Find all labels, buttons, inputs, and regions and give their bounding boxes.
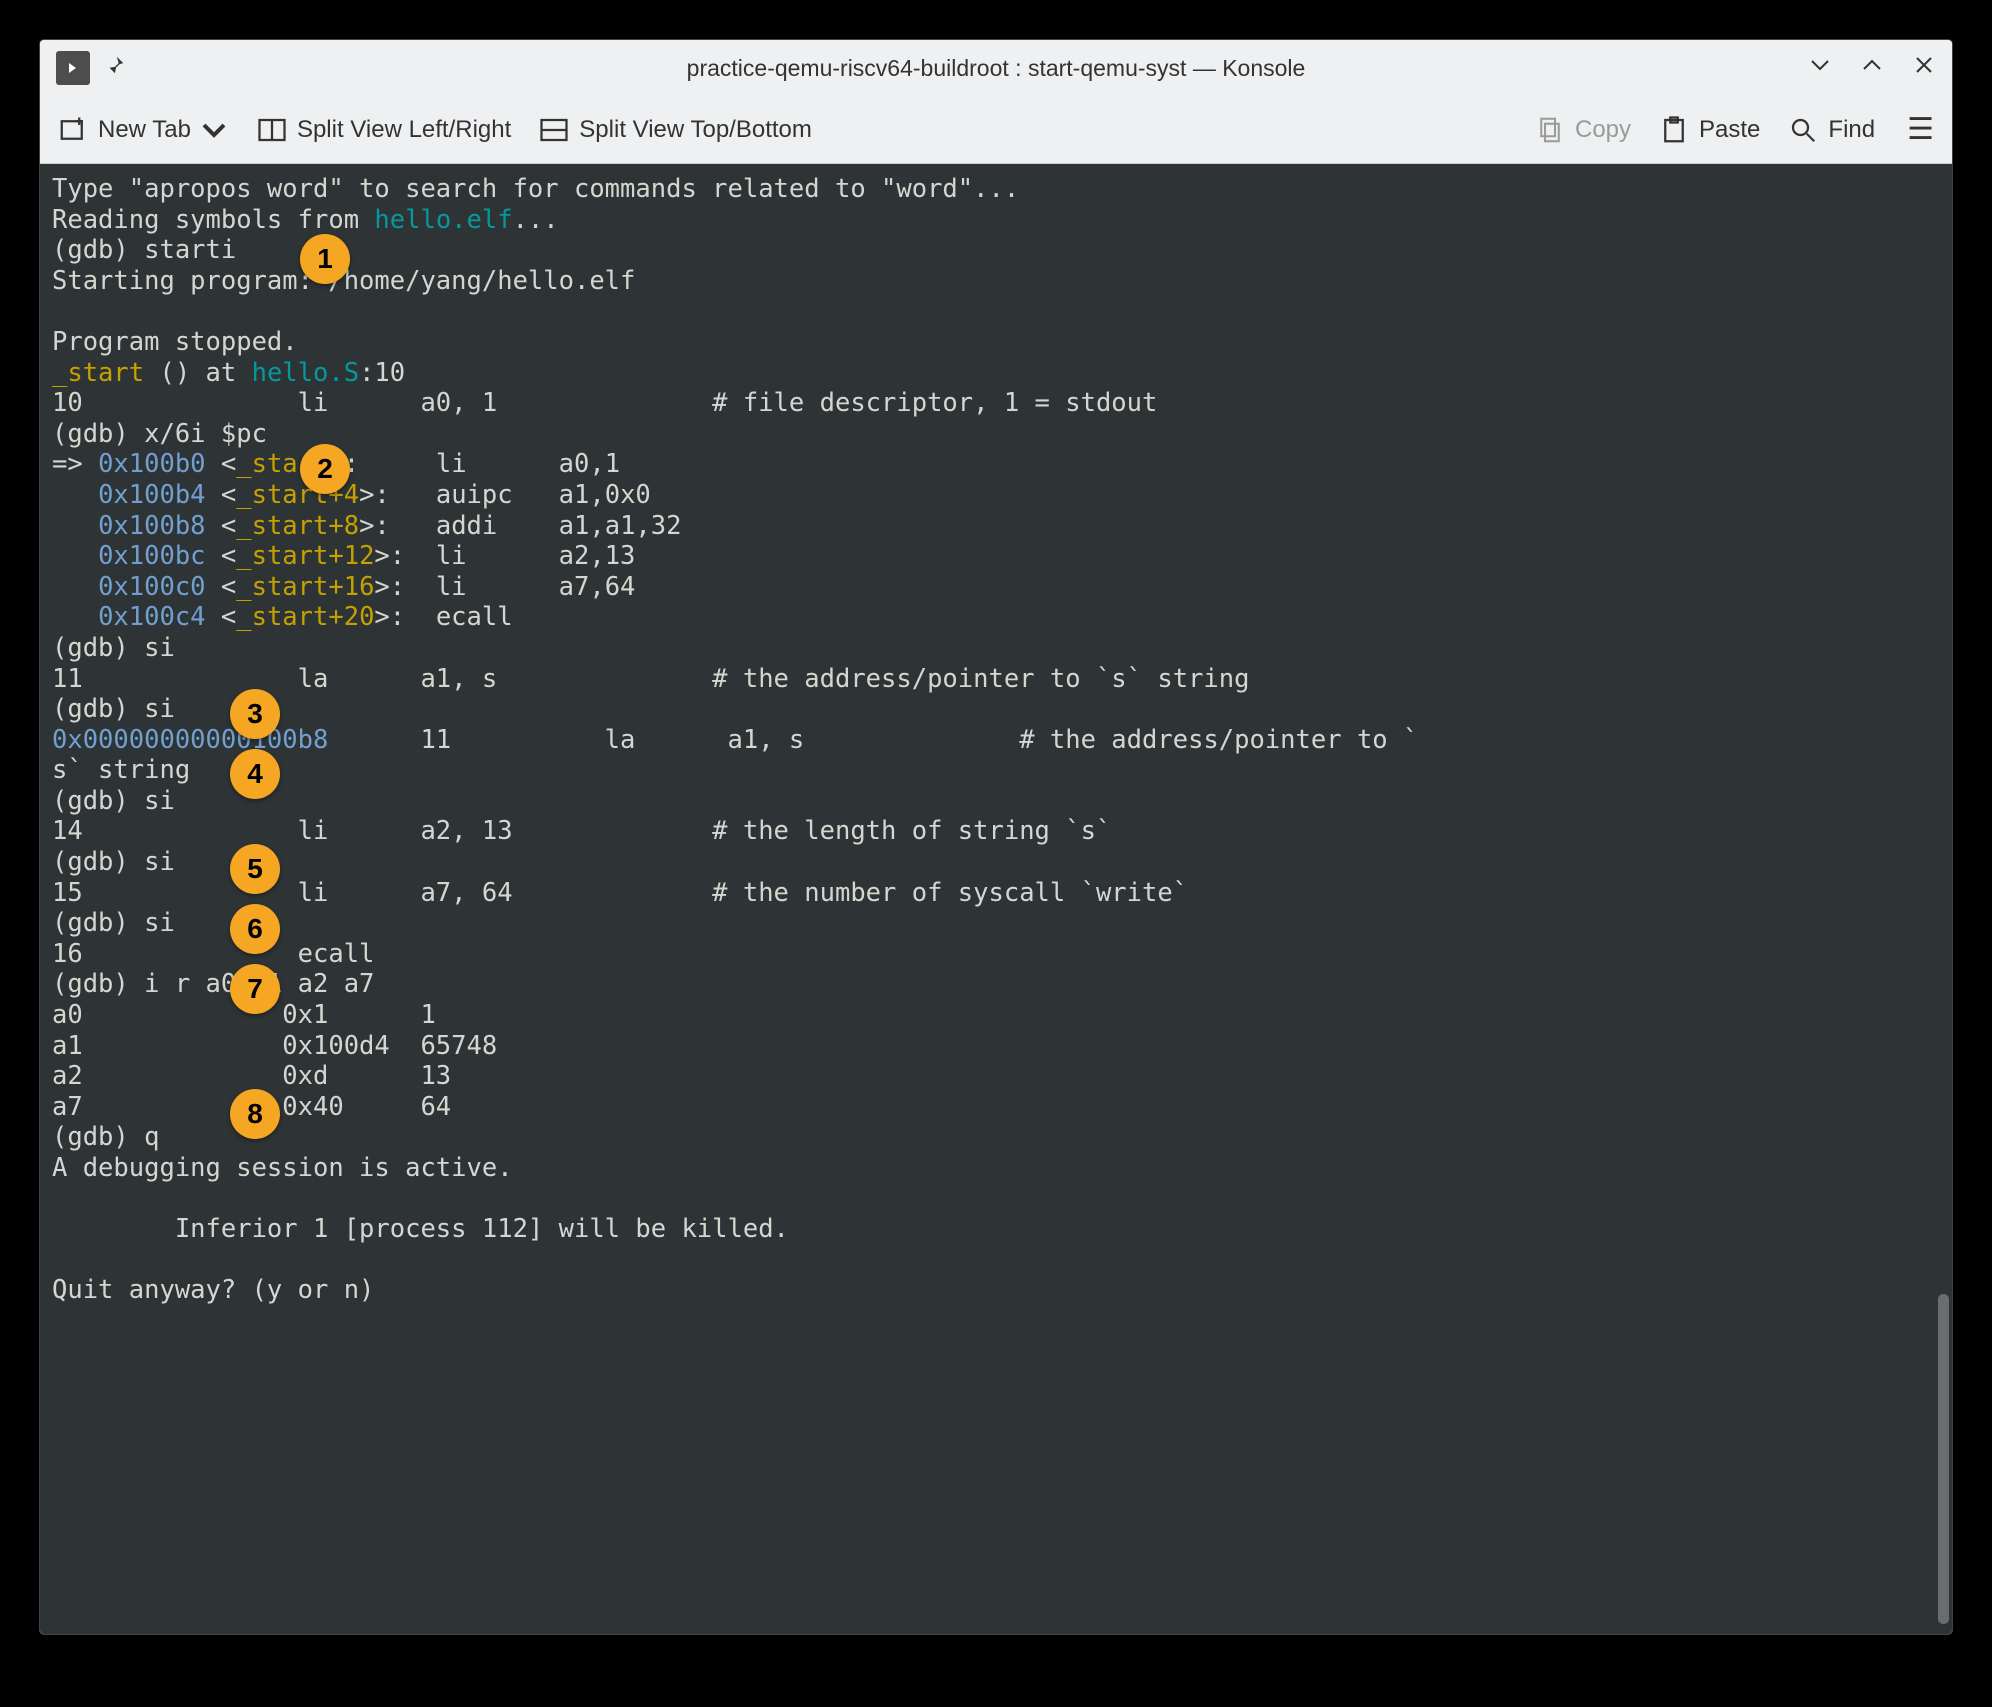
close-button[interactable] [1912, 53, 1936, 84]
terminal-line [52, 1245, 1940, 1276]
copy-label: Copy [1575, 116, 1631, 144]
pin-icon[interactable] [104, 54, 126, 83]
terminal-line: Quit anyway? (y or n) [52, 1275, 1940, 1306]
annotation-badge-4: 4 [230, 749, 280, 799]
new-tab-button[interactable]: New Tab [58, 115, 229, 145]
terminal-line: a2 0xd 13 [52, 1061, 1940, 1092]
terminal-line: Program stopped. [52, 327, 1940, 358]
terminal-line: a7 0x40 64 [52, 1092, 1940, 1123]
terminal-line: (gdb) si [52, 847, 1940, 878]
minimize-button[interactable] [1808, 53, 1832, 84]
terminal-line: _start () at hello.S:10 [52, 358, 1940, 389]
split-lr-label: Split View Left/Right [297, 116, 511, 144]
terminal-line: (gdb) q [52, 1122, 1940, 1153]
terminal-line: (gdb) x/6i $pc [52, 419, 1940, 450]
terminal-line: Inferior 1 [process 112] will be killed. [52, 1214, 1940, 1245]
split-tb-button[interactable]: Split View Top/Bottom [539, 115, 812, 145]
terminal-line [52, 1184, 1940, 1215]
annotation-badge-2: 2 [300, 444, 350, 494]
terminal-line: 15 li a7, 64 # the number of syscall `wr… [52, 878, 1940, 909]
konsole-window: practice-qemu-riscv64-buildroot : start-… [40, 40, 1952, 1634]
paste-button[interactable]: Paste [1659, 115, 1760, 145]
annotation-badge-8: 8 [230, 1089, 280, 1139]
find-label: Find [1828, 116, 1875, 144]
terminal-line: 0x100c4 <_start+20>: ecall [52, 602, 1940, 633]
window-title: practice-qemu-riscv64-buildroot : start-… [188, 55, 1804, 82]
terminal-line: 0x100bc <_start+12>: li a2,13 [52, 541, 1940, 572]
annotation-badge-7: 7 [230, 964, 280, 1014]
terminal-line: 0x100b8 <_start+8>: addi a1,a1,32 [52, 511, 1940, 542]
scrollbar[interactable] [1938, 1294, 1949, 1624]
terminal-line: A debugging session is active. [52, 1153, 1940, 1184]
new-tab-label: New Tab [98, 116, 191, 144]
terminal-line: s` string [52, 755, 1940, 786]
copy-button[interactable]: Copy [1535, 115, 1631, 145]
split-tb-label: Split View Top/Bottom [579, 116, 812, 144]
terminal-line: 14 li a2, 13 # the length of string `s` [52, 816, 1940, 847]
find-button[interactable]: Find [1788, 115, 1875, 145]
terminal-output[interactable]: Type "apropos word" to search for comman… [40, 164, 1952, 1634]
split-lr-button[interactable]: Split View Left/Right [257, 115, 511, 145]
annotation-badge-5: 5 [230, 844, 280, 894]
app-menu-icon[interactable] [56, 51, 90, 85]
terminal-line: (gdb) i r a0 a1 a2 a7 [52, 969, 1940, 1000]
terminal-line: (gdb) si [52, 786, 1940, 817]
annotation-badge-6: 6 [230, 904, 280, 954]
terminal-line: 0x100c0 <_start+16>: li a7,64 [52, 572, 1940, 603]
terminal-line: (gdb) si [52, 633, 1940, 664]
terminal-line: a1 0x100d4 65748 [52, 1031, 1940, 1062]
terminal-line: Type "apropos word" to search for comman… [52, 174, 1940, 205]
terminal-line: a0 0x1 1 [52, 1000, 1940, 1031]
terminal-line: 11 la a1, s # the address/pointer to `s`… [52, 664, 1940, 695]
paste-label: Paste [1699, 116, 1760, 144]
terminal-line: 10 li a0, 1 # file descriptor, 1 = stdou… [52, 388, 1940, 419]
terminal-line: (gdb) si [52, 694, 1940, 725]
terminal-line: 0x00000000000100b8 11 la a1, s # the add… [52, 725, 1940, 756]
terminal-line: Reading symbols from hello.elf... [52, 205, 1940, 236]
maximize-button[interactable] [1860, 53, 1884, 84]
hamburger-menu-icon[interactable]: ☰ [1907, 112, 1934, 147]
annotation-badge-1: 1 [300, 234, 350, 284]
title-bar: practice-qemu-riscv64-buildroot : start-… [40, 40, 1952, 96]
toolbar: New Tab Split View Left/Right Split View… [40, 96, 1952, 164]
annotation-badge-3: 3 [230, 689, 280, 739]
terminal-line: 16 ecall [52, 939, 1940, 970]
terminal-line [52, 296, 1940, 327]
terminal-line: (gdb) si [52, 908, 1940, 939]
